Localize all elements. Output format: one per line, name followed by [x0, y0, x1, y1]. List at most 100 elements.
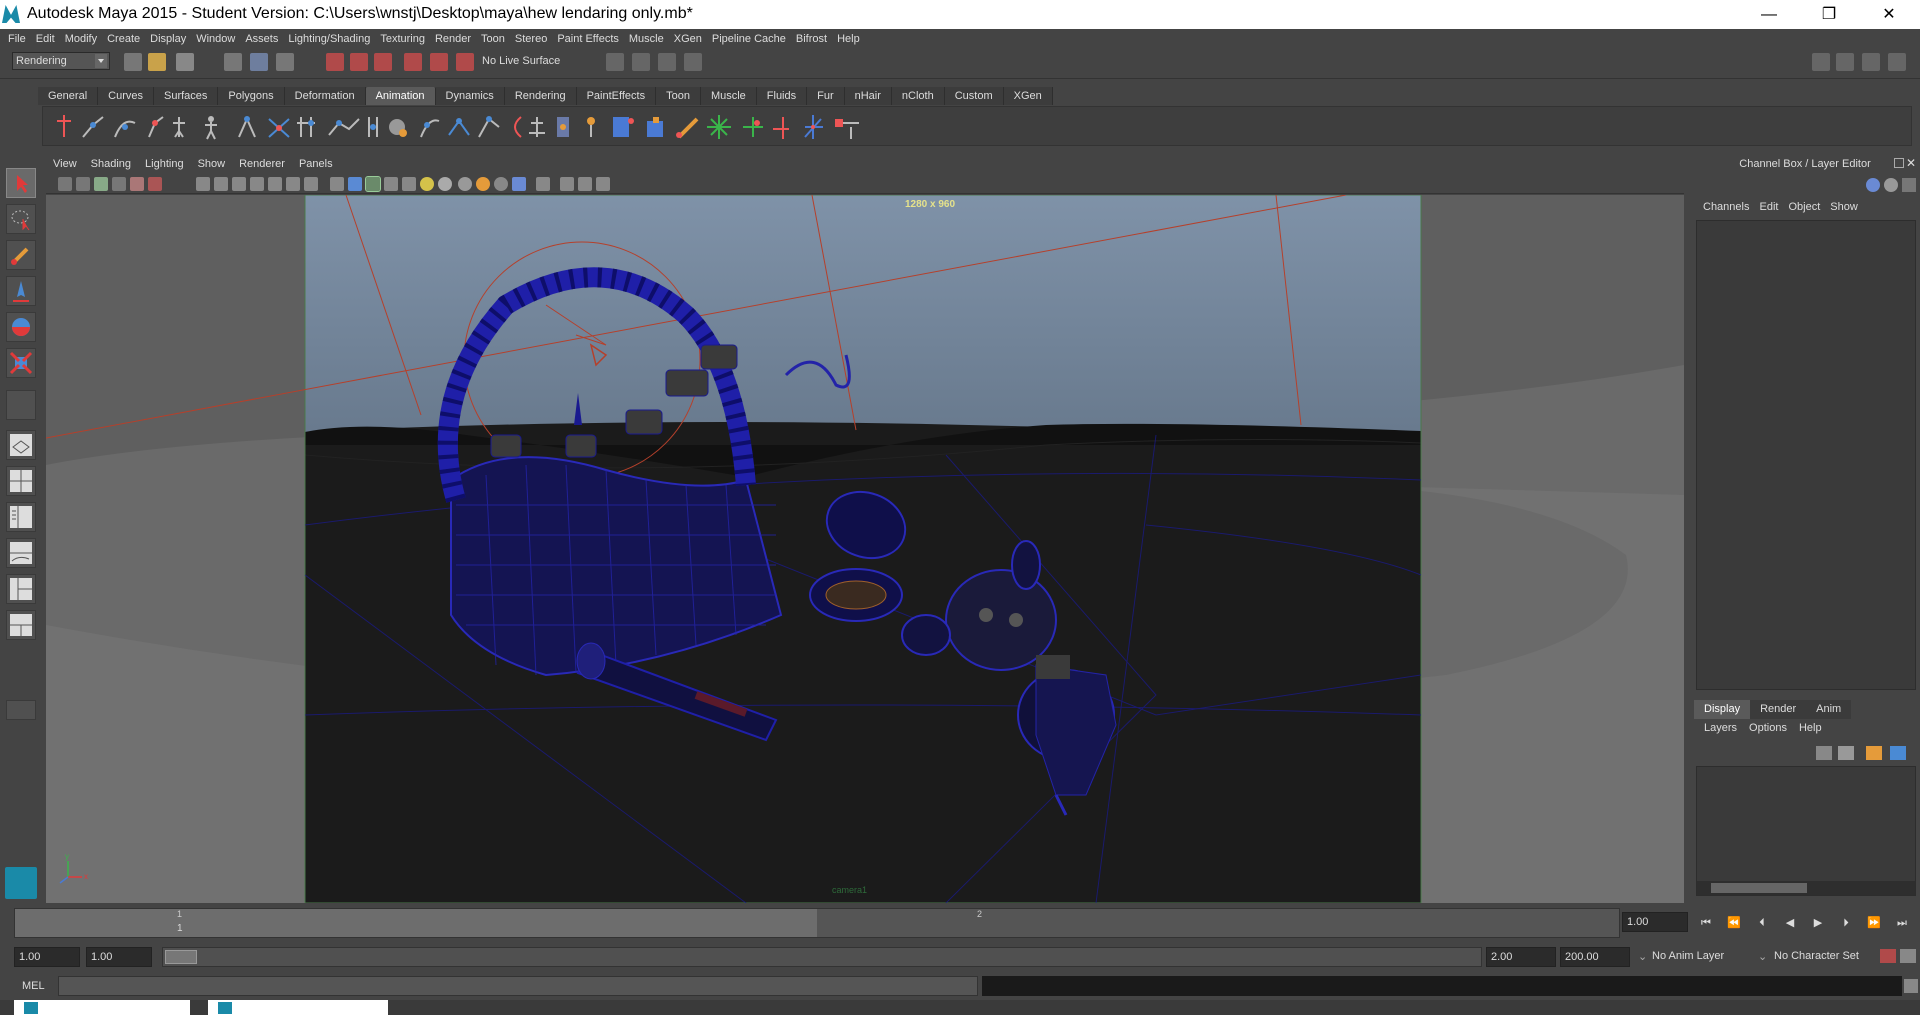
shelf-tab-polygons[interactable]: Polygons — [218, 87, 285, 105]
menu-window[interactable]: Window — [191, 29, 240, 49]
pose-icon[interactable] — [587, 117, 595, 137]
menu-bifrost[interactable]: Bifrost — [791, 29, 832, 49]
single-perspective-layout-icon[interactable] — [6, 430, 36, 460]
shelf-tab-animation[interactable]: Animation — [365, 87, 436, 105]
panel-menu-renderer[interactable]: Renderer — [232, 154, 292, 174]
go-to-end-icon[interactable]: ⏭ — [1894, 915, 1910, 931]
step-back-frame-icon[interactable]: ⏪ — [1726, 915, 1742, 931]
script-type-label[interactable]: MEL — [22, 980, 45, 992]
snap-grid-icon[interactable] — [326, 53, 344, 71]
show-attribute-editor-icon[interactable] — [1836, 53, 1854, 71]
hypershade-persp-layout-icon[interactable] — [6, 574, 36, 604]
object-menu[interactable]: Object — [1783, 201, 1825, 213]
animation-preferences-icon[interactable] — [1900, 949, 1916, 963]
render-settings-icon[interactable] — [684, 53, 702, 71]
set-driven-key-icon[interactable] — [835, 119, 859, 139]
safe-action-icon[interactable] — [286, 177, 300, 191]
select-tool-icon[interactable] — [6, 168, 36, 198]
select-camera-icon[interactable] — [58, 177, 72, 191]
shelf-tab-ncloth[interactable]: nCloth — [891, 87, 945, 105]
menu-toon[interactable]: Toon — [476, 29, 510, 49]
transform-axes-icon[interactable] — [804, 115, 823, 139]
xray-active-icon[interactable] — [578, 177, 592, 191]
safe-title-icon[interactable] — [304, 177, 318, 191]
persp-graph-layout-icon[interactable] — [6, 538, 36, 568]
menu-edit[interactable]: Edit — [31, 29, 60, 49]
menu-pipeline-cache[interactable]: Pipeline Cache — [707, 29, 791, 49]
menu-muscle[interactable]: Muscle — [624, 29, 669, 49]
taskbar-window-1[interactable] — [14, 1000, 190, 1015]
minimize-button[interactable]: — — [1746, 0, 1792, 29]
range-slider-track[interactable] — [162, 947, 1482, 967]
layer-tab-display[interactable]: Display — [1694, 700, 1751, 719]
menu-render[interactable]: Render — [430, 29, 476, 49]
character-set-chevron-icon[interactable]: ⌄ — [1758, 950, 1767, 963]
twist-icon[interactable] — [529, 117, 545, 137]
ik-handle-icon[interactable] — [82, 116, 104, 138]
squash-icon[interactable] — [514, 116, 522, 138]
step-forward-key-icon[interactable]: ⏵ — [1838, 915, 1854, 931]
channels-menu[interactable]: Channels — [1698, 201, 1754, 213]
hide-show-icon[interactable] — [1866, 178, 1880, 192]
paint-select-tool-icon[interactable] — [6, 240, 36, 270]
shelf-tab-nhair[interactable]: nHair — [844, 87, 892, 105]
snap-surface-icon[interactable] — [430, 53, 448, 71]
shelf-tab-deformation[interactable]: Deformation — [284, 87, 366, 105]
show-modeling-toolkit-icon[interactable] — [1812, 53, 1830, 71]
motion-blur-icon[interactable] — [476, 177, 490, 191]
current-frame-field[interactable]: 1.00 — [1622, 912, 1688, 932]
resolution-gate-icon[interactable] — [232, 177, 246, 191]
grid-icon[interactable] — [196, 177, 210, 191]
select-hierarchy-icon[interactable] — [224, 53, 242, 71]
play-backwards-icon[interactable]: ◀ — [1782, 915, 1798, 931]
persp-hypershade-layout-icon[interactable] — [6, 610, 36, 640]
shelf-tab-toon[interactable]: Toon — [656, 87, 701, 105]
field-chart-icon[interactable] — [268, 177, 282, 191]
render-view-icon[interactable] — [606, 53, 624, 71]
wire-deformer-icon[interactable] — [328, 118, 360, 136]
show-menu[interactable]: Show — [1825, 201, 1863, 213]
panel-menu-panels[interactable]: Panels — [292, 154, 340, 174]
two-d-pan-zoom-icon[interactable] — [130, 177, 144, 191]
panel-menu-view[interactable]: View — [46, 154, 84, 174]
shelf-tab-muscle[interactable]: Muscle — [700, 87, 757, 105]
new-scene-icon[interactable] — [124, 53, 142, 71]
anim-layer-dropdown[interactable]: No Anim Layer — [1652, 950, 1724, 962]
depth-of-field-icon[interactable] — [512, 177, 526, 191]
joint-tool-icon[interactable] — [148, 116, 164, 138]
auto-key-icon[interactable] — [1880, 949, 1896, 963]
animation-end-field[interactable]: 200.00 — [1560, 947, 1630, 967]
snap-point-icon[interactable] — [374, 53, 392, 71]
menu-modify[interactable]: Modify — [60, 29, 102, 49]
menu-stereo[interactable]: Stereo — [510, 29, 552, 49]
grease-pencil-icon[interactable] — [148, 177, 162, 191]
range-slider-handle[interactable] — [165, 950, 197, 964]
set-key-icon[interactable] — [53, 115, 75, 139]
smooth-shade-icon[interactable] — [348, 177, 362, 191]
open-scene-icon[interactable] — [148, 53, 166, 71]
move-tool-icon[interactable] — [6, 276, 36, 306]
sculpt-icon[interactable] — [389, 119, 407, 137]
new-empty-layer-icon[interactable] — [1816, 746, 1832, 760]
lasso-tool-icon[interactable] — [6, 204, 36, 234]
isolate-select-icon[interactable] — [536, 177, 550, 191]
time-slider[interactable]: 1 1 2 — [14, 908, 1620, 938]
character-icon[interactable] — [205, 116, 217, 140]
shelf-tab-surfaces[interactable]: Surfaces — [153, 87, 219, 105]
playback-end-field[interactable]: 2.00 — [1486, 947, 1556, 967]
step-back-key-icon[interactable]: ⏴ — [1754, 915, 1770, 931]
shelf-tab-fur[interactable]: Fur — [807, 87, 845, 105]
ik-spline-icon[interactable] — [114, 120, 136, 138]
move-layer-up-icon[interactable] — [1866, 746, 1882, 760]
paint-weights-icon[interactable] — [676, 117, 699, 139]
use-all-lights-icon[interactable] — [420, 177, 434, 191]
close-panel-icon[interactable]: ✕ — [1906, 156, 1916, 170]
anim-layer-chevron-icon[interactable]: ⌄ — [1638, 950, 1647, 963]
shadows-icon[interactable] — [438, 177, 452, 191]
rotate-tool-icon[interactable] — [6, 312, 36, 342]
move-layer-down-icon[interactable] — [1890, 746, 1906, 760]
shelf-tab-dynamics[interactable]: Dynamics — [435, 87, 505, 105]
save-scene-icon[interactable] — [176, 53, 194, 71]
menu-display[interactable]: Display — [145, 29, 191, 49]
menu-xgen[interactable]: XGen — [669, 29, 707, 49]
